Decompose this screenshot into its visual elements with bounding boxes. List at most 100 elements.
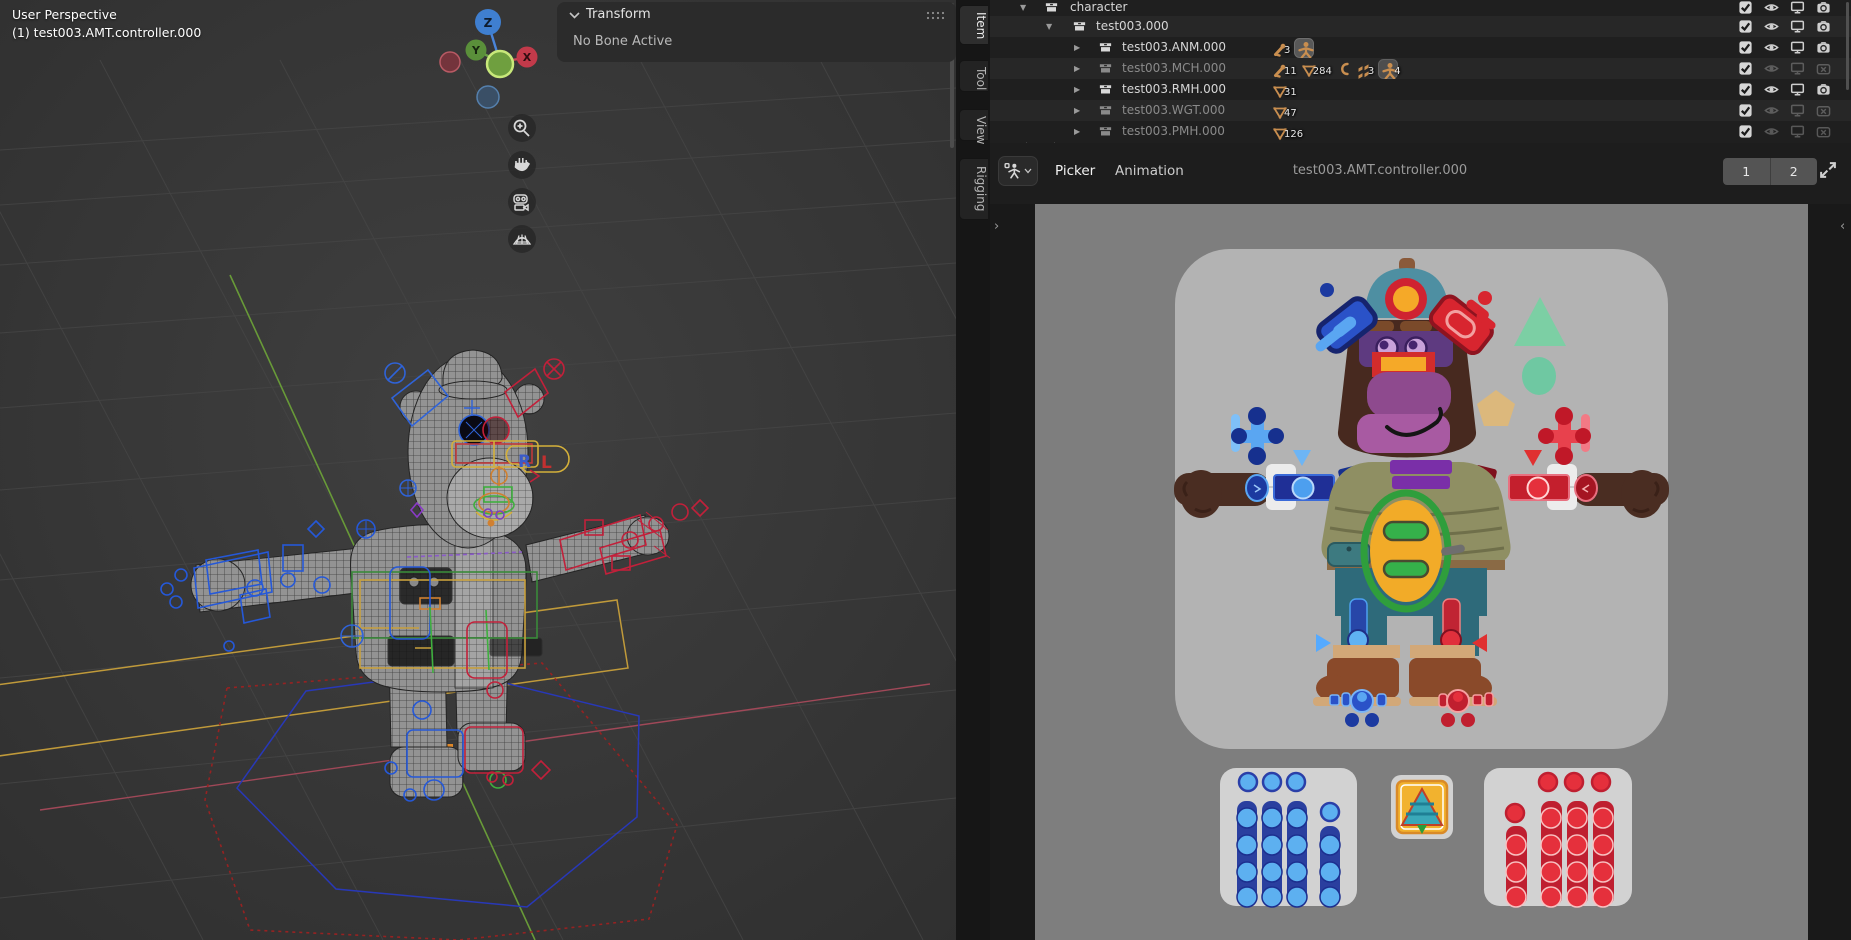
- eye-icon[interactable]: [1764, 0, 1779, 15]
- outliner-row[interactable]: ▶ test003.RMH.000 31: [990, 79, 1851, 100]
- checkbox-icon[interactable]: [1738, 19, 1753, 34]
- outliner-scrollbar[interactable]: [1846, 2, 1849, 90]
- monitor-icon[interactable]: [1790, 0, 1805, 15]
- action-person-icon: 4: [1378, 58, 1400, 79]
- outliner-item-label[interactable]: test003.MCH.000: [1122, 58, 1226, 79]
- expand-left-region-icon[interactable]: ›: [994, 219, 999, 234]
- fullscreen-icon[interactable]: [1818, 160, 1838, 180]
- picker-tree-button[interactable]: [1391, 775, 1453, 839]
- chevron-right-icon[interactable]: ▶: [1074, 100, 1080, 121]
- outliner-item-label[interactable]: test003.RMH.000: [1122, 79, 1226, 100]
- camera-icon[interactable]: [1816, 82, 1831, 97]
- monitor-icon[interactable]: [1790, 40, 1805, 55]
- outliner-item-label[interactable]: test003.000: [1096, 16, 1169, 37]
- blender-window: R L: [0, 0, 1851, 940]
- chevron-down-icon[interactable]: ▼: [1046, 16, 1052, 37]
- outliner-item-label[interactable]: test003.PMH.000: [1122, 121, 1225, 142]
- gizmo-minus-y[interactable]: [487, 51, 513, 77]
- perspective-button[interactable]: [508, 225, 536, 253]
- checkbox-icon[interactable]: [1738, 103, 1753, 118]
- viewport-active-object: (1) test003.AMT.controller.000: [12, 24, 201, 42]
- checkbox-icon[interactable]: [1738, 61, 1753, 76]
- monitor-icon[interactable]: [1790, 82, 1805, 97]
- camera-disabled-icon[interactable]: [1816, 103, 1831, 118]
- eye-icon[interactable]: [1764, 40, 1779, 55]
- svg-text:X: X: [523, 51, 532, 64]
- picker-tab[interactable]: Picker: [1055, 163, 1095, 179]
- outliner-row[interactable]: ▶ test003.WGT.000 47: [990, 100, 1851, 121]
- camera-disabled-icon[interactable]: [1816, 124, 1831, 139]
- tab-tool[interactable]: Tool: [959, 60, 988, 92]
- outliner-row[interactable]: ▶ test003.MCH.000 11 284 3: [990, 58, 1851, 79]
- page-1-button[interactable]: 1: [1723, 158, 1770, 185]
- monitor-icon[interactable]: [1790, 61, 1805, 76]
- gizmo-y-axis[interactable]: Y: [466, 40, 487, 61]
- outliner[interactable]: ▼ character ▼ test003.000: [990, 0, 1851, 143]
- camera-icon[interactable]: [1816, 40, 1831, 55]
- eye-icon[interactable]: [1764, 19, 1779, 34]
- collection-icon: [1044, 0, 1059, 15]
- camera-icon[interactable]: [1816, 19, 1831, 34]
- outliner-row[interactable]: ▼ test003.000: [990, 16, 1851, 37]
- camera-disabled-icon[interactable]: [1816, 61, 1831, 76]
- checkbox-icon[interactable]: [1738, 124, 1753, 139]
- collection-icon: [1098, 124, 1113, 139]
- mesh-icon: 126: [1272, 121, 1303, 142]
- rig-label-left: L: [541, 453, 552, 473]
- eye-icon[interactable]: [1764, 61, 1779, 76]
- camera-view-button[interactable]: [508, 188, 536, 216]
- monitor-icon[interactable]: [1790, 124, 1805, 139]
- editor-type-button[interactable]: [998, 156, 1038, 186]
- viewport-3d[interactable]: R L: [0, 0, 956, 940]
- picker-finger-panel-left[interactable]: [1220, 768, 1357, 907]
- tab-tool-label: Tool: [974, 67, 988, 90]
- outliner-item-label[interactable]: test003.WGT.000: [1122, 100, 1225, 121]
- viewport-overlay-text: User Perspective (1) test003.AMT.control…: [12, 6, 201, 42]
- tab-rigging[interactable]: Rigging: [959, 158, 988, 220]
- checkbox-icon[interactable]: [1738, 40, 1753, 55]
- picker-finger-panel-right[interactable]: [1484, 768, 1632, 907]
- transform-panel[interactable]: Transform No Bone Active: [557, 2, 956, 62]
- pan-button[interactable]: [508, 151, 536, 179]
- sidebar-tabstrip: Item Tool View Rigging: [956, 0, 990, 940]
- tab-rigging-label: Rigging: [974, 166, 988, 211]
- gizmo-minus-x[interactable]: [440, 52, 460, 72]
- transform-panel-status: No Bone Active: [573, 34, 672, 49]
- gizmo-x-axis[interactable]: X: [517, 47, 538, 68]
- zoom-button[interactable]: [508, 114, 536, 142]
- tab-view[interactable]: View: [959, 109, 988, 141]
- chevron-right-icon[interactable]: ▶: [1074, 79, 1080, 100]
- eye-icon[interactable]: [1764, 124, 1779, 139]
- gizmo-minus-z[interactable]: [477, 86, 499, 108]
- picker-header: Picker Animation test003.AMT.controller.…: [990, 143, 1851, 204]
- monitor-icon[interactable]: [1790, 19, 1805, 34]
- chevron-right-icon[interactable]: ▶: [1074, 121, 1080, 142]
- page-2-button[interactable]: 2: [1770, 158, 1818, 185]
- mesh-icon: 284: [1301, 58, 1332, 79]
- chevron-right-icon[interactable]: ▶: [1074, 37, 1080, 58]
- eye-icon[interactable]: [1764, 82, 1779, 97]
- picker-canvas[interactable]: [1035, 204, 1808, 940]
- outliner-item-label[interactable]: test003.ANM.000: [1122, 37, 1226, 58]
- picker-armature-title: test003.AMT.controller.000: [1230, 163, 1530, 178]
- rig-label-right: R: [518, 452, 531, 472]
- camera-icon[interactable]: [1816, 0, 1831, 15]
- curve-icon: [1336, 61, 1352, 77]
- tab-item[interactable]: Item: [959, 5, 988, 45]
- chevron-down-icon[interactable]: [569, 11, 580, 19]
- chevron-right-icon[interactable]: ▶: [1074, 58, 1080, 79]
- transform-panel-title[interactable]: Transform: [586, 7, 651, 22]
- picker-page-buttons: 1 2: [1723, 158, 1817, 185]
- gizmo-z-axis[interactable]: Z: [475, 9, 501, 35]
- outliner-row[interactable]: ▶ test003.ANM.000 3: [990, 37, 1851, 58]
- animation-tab[interactable]: Animation: [1115, 163, 1184, 179]
- collection-icon: [1098, 103, 1113, 118]
- grip-icon[interactable]: [926, 11, 946, 20]
- outliner-row[interactable]: ▶ test003.PMH.000 126: [990, 121, 1851, 142]
- checkbox-icon[interactable]: [1738, 0, 1753, 15]
- eye-icon[interactable]: [1764, 103, 1779, 118]
- nav-gizmo[interactable]: Y X Z: [438, 2, 554, 266]
- checkbox-icon[interactable]: [1738, 82, 1753, 97]
- monitor-icon[interactable]: [1790, 103, 1805, 118]
- collapse-right-region-icon[interactable]: ‹: [1840, 219, 1845, 234]
